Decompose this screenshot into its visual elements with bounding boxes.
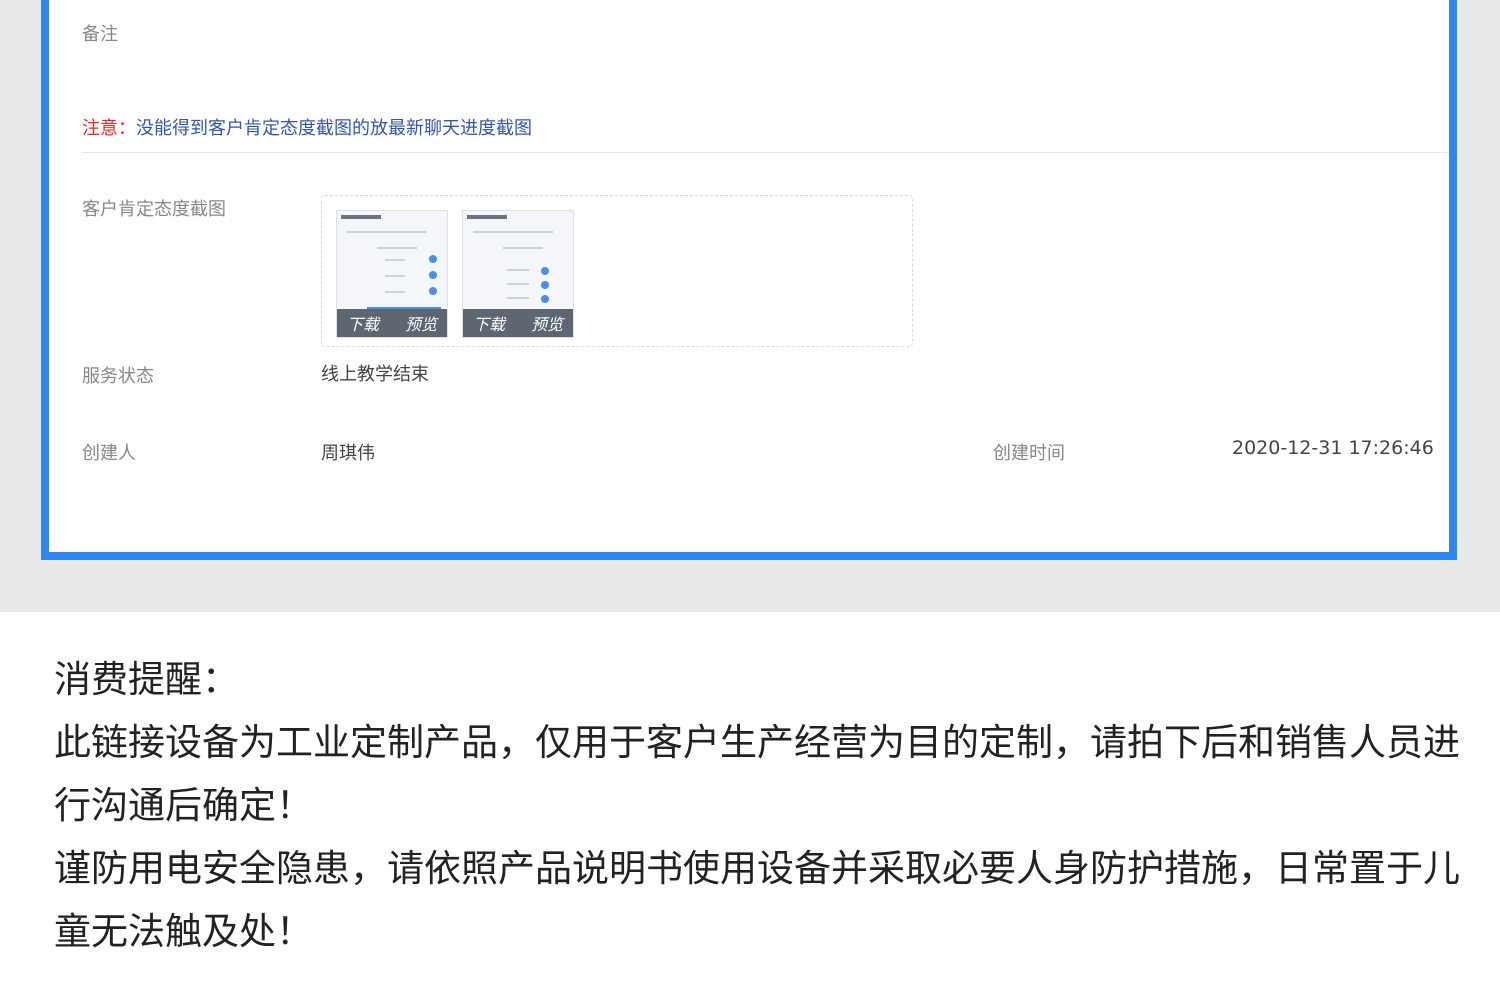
created-time-value: 2020-12-31 17:26:46	[1232, 437, 1434, 459]
record-detail-panel: 备注 注意：没能得到客户肯定态度截图的放最新聊天进度截图 客户肯定态度截图 下载	[41, 0, 1457, 560]
screenshot-thumbnail[interactable]: 下载 预览	[336, 210, 448, 338]
preview-button[interactable]: 预览	[531, 311, 563, 335]
creator-label: 创建人	[82, 443, 136, 464]
remark-label: 备注	[82, 24, 118, 45]
reminder-paragraph: 谨防用电安全隐患，请依照产品说明书使用设备并采取必要人身防护措施，日常置于儿童无…	[54, 847, 1460, 953]
service-status-value: 线上教学结束	[321, 364, 429, 385]
notice-prefix: 注意：	[82, 118, 136, 139]
divider	[82, 152, 1449, 153]
notice-text: 没能得到客户肯定态度截图的放最新聊天进度截图	[136, 118, 532, 139]
notice-line: 注意：没能得到客户肯定态度截图的放最新聊天进度截图	[82, 114, 532, 140]
download-button[interactable]: 下载	[347, 311, 379, 335]
reminder-title: 消费提醒：	[54, 658, 239, 701]
screenshot-thumbnail[interactable]: 下载 预览	[462, 210, 574, 338]
record-screenshot-area: 备注 注意：没能得到客户肯定态度截图的放最新聊天进度截图 客户肯定态度截图 下载	[0, 0, 1500, 612]
reminder-paragraph: 此链接设备为工业定制产品，仅用于客户生产经营为目的定制，请拍下后和销售人员进行沟…	[54, 721, 1460, 827]
consumer-reminder: 消费提醒： 此链接设备为工业定制产品，仅用于客户生产经营为目的定制，请拍下后和销…	[54, 648, 1464, 963]
screenshot-label: 客户肯定态度截图	[82, 199, 226, 220]
created-time-label: 创建时间	[993, 443, 1065, 464]
creator-value: 周琪伟	[321, 443, 375, 464]
preview-button[interactable]: 预览	[405, 311, 437, 335]
screenshot-upload-box: 下载 预览 下载 预览	[321, 195, 913, 347]
download-button[interactable]: 下载	[473, 311, 505, 335]
service-status-label: 服务状态	[82, 366, 154, 387]
